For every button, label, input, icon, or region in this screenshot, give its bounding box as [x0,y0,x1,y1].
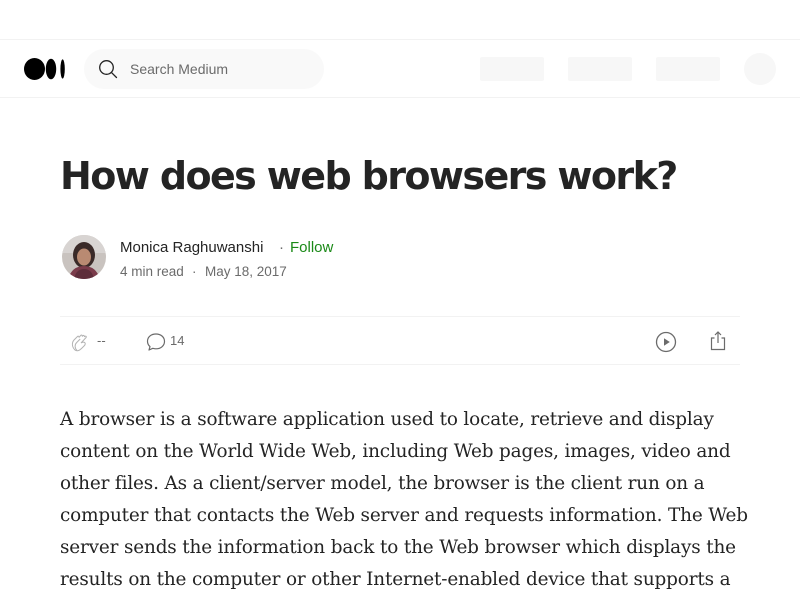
clap-count: -- [97,333,106,348]
browser-top-strip [0,0,800,40]
search-icon [99,60,118,79]
user-avatar-placeholder[interactable] [744,53,776,85]
article-body-paragraph: A browser is a software application used… [60,409,748,590]
search-bar[interactable] [84,49,324,89]
read-time: 4 min read [120,264,184,279]
article-action-bar: -- 14 [60,316,740,365]
article-title: How does web browsers work? [60,154,678,198]
nav-placeholder-1 [480,57,544,81]
response-icon[interactable] [144,330,168,354]
author-name-link[interactable]: Monica Raghuwanshi [120,238,263,258]
nav-placeholder-2 [568,57,632,81]
medium-logo[interactable] [24,58,68,80]
search-input[interactable] [130,49,310,89]
separator-dot: · [279,239,284,256]
nav-placeholder-3 [656,57,720,81]
share-icon[interactable] [706,329,730,353]
author-avatar[interactable] [62,235,106,279]
publish-date: May 18, 2017 [205,264,287,279]
separator-dot: · [192,264,197,279]
follow-button[interactable]: Follow [290,238,333,258]
play-icon[interactable] [654,330,678,354]
clap-icon[interactable] [68,330,92,354]
response-count[interactable]: 14 [170,333,184,348]
top-navbar [0,40,800,98]
